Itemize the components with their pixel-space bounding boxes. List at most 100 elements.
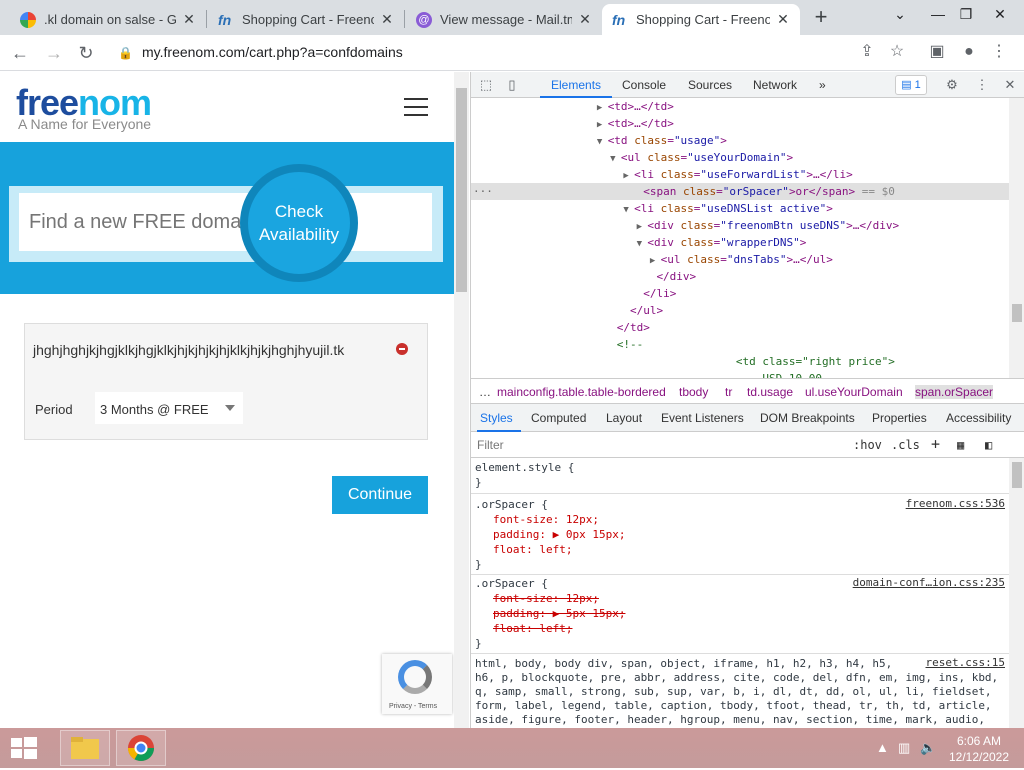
dom-node-line[interactable]: </td> xyxy=(471,319,1009,336)
reset-selector-line[interactable]: html, body, body div, span, object, ifra… xyxy=(475,656,892,671)
paint-icon[interactable]: ▦ xyxy=(957,438,964,452)
windows-start-icon[interactable] xyxy=(10,736,38,760)
rule-selector[interactable]: .orSpacer { xyxy=(475,497,548,512)
dom-node-line[interactable]: ▶ <div class="freenomBtn useDNS">…</div> xyxy=(471,217,1009,234)
dom-node-line[interactable]: ▶ <li class="useForwardList">…</li> xyxy=(471,166,1009,183)
close-icon[interactable]: ✕ xyxy=(182,11,196,28)
collapse-arrow-icon[interactable]: ▶ xyxy=(597,103,608,113)
elements-scroll-thumb[interactable] xyxy=(1012,304,1022,322)
rule-source-link[interactable]: reset.css:15 xyxy=(926,656,1005,669)
expand-arrow-icon[interactable]: ▼ xyxy=(597,137,608,147)
check-availability-button[interactable]: Check Availability xyxy=(240,164,358,282)
inspect-element-icon[interactable]: ⬚ xyxy=(477,76,495,94)
network-icon[interactable]: ▥ xyxy=(898,740,910,756)
styles-filter-input[interactable]: Filter xyxy=(477,438,504,452)
kebab-menu-icon[interactable]: ⋮ xyxy=(986,39,1012,65)
back-arrow-icon[interactable]: ← xyxy=(6,39,34,67)
dom-node-line[interactable]: <td class="right price"> xyxy=(471,353,1009,370)
page-scrollbar[interactable] xyxy=(454,72,469,728)
dom-node-line[interactable]: ▶ <td>…</td> xyxy=(471,98,1009,115)
chevron-down-icon[interactable]: ⌄ xyxy=(880,0,920,30)
tab-network[interactable]: Network xyxy=(753,78,797,92)
share-icon[interactable]: ⇪ xyxy=(854,39,880,65)
device-toggle-icon[interactable]: ▯ xyxy=(503,76,521,94)
dom-node-line[interactable]: USD 10.00 xyxy=(471,370,1009,378)
new-rule-button[interactable]: + xyxy=(931,435,940,453)
tab-mailtm[interactable]: @ View message - Mail.tm ✕ xyxy=(406,4,602,35)
css-property[interactable]: font-size: 12px; xyxy=(493,512,599,527)
file-explorer-icon[interactable] xyxy=(60,730,110,766)
recaptcha-badge[interactable]: Privacy - Terms xyxy=(382,654,452,714)
tab-freenom-cart[interactable]: fn Shopping Cart - Freenom ✕ xyxy=(208,4,404,35)
forward-arrow-icon[interactable]: → xyxy=(40,39,68,67)
dom-node-line[interactable]: ▶ <ul class="dnsTabs">…</ul> xyxy=(471,251,1009,268)
reset-selector-line[interactable]: aside, figure, footer, header, hgroup, m… xyxy=(475,712,985,727)
continue-button[interactable]: Continue xyxy=(332,476,428,514)
close-icon[interactable]: ✕ xyxy=(578,11,592,28)
breadcrumb-item-active[interactable]: span.orSpacer xyxy=(915,385,994,399)
tab-event-listeners[interactable]: Event Listeners xyxy=(661,411,744,425)
rule-source-link[interactable]: freenom.css:536 xyxy=(906,497,1005,510)
lock-icon[interactable]: 🔒 xyxy=(118,46,133,60)
messages-badge[interactable]: ▤ 1 xyxy=(895,75,927,95)
class-toggle[interactable]: .cls xyxy=(891,438,920,452)
element-style-selector[interactable]: element.style { xyxy=(475,460,574,475)
recaptcha-links[interactable]: Privacy - Terms xyxy=(389,703,437,710)
overridden-css-property[interactable]: font-size: 12px; xyxy=(493,591,599,606)
reset-selector-line[interactable]: h6, p, blockquote, pre, abbr, address, c… xyxy=(475,670,998,685)
expand-arrow-icon[interactable]: ▼ xyxy=(610,154,621,164)
chrome-icon[interactable] xyxy=(116,730,166,766)
styles-scrollbar[interactable] xyxy=(1009,458,1024,728)
expand-arrow-icon[interactable]: ▼ xyxy=(637,239,648,249)
overridden-css-property[interactable]: float: left; xyxy=(493,621,572,636)
dom-node-line[interactable]: </li> xyxy=(471,285,1009,302)
hover-state-toggle[interactable]: :hov xyxy=(853,438,882,452)
breadcrumb-item[interactable]: … xyxy=(479,385,491,399)
taskbar-clock[interactable]: 6:06 AM 12/12/2022 xyxy=(944,733,1014,765)
elements-scrollbar[interactable] xyxy=(1009,98,1024,378)
tab-sources[interactable]: Sources xyxy=(688,78,732,92)
dom-node-line[interactable]: ▼ <li class="useDNSList active"> xyxy=(471,200,1009,217)
page-scroll-thumb[interactable] xyxy=(456,88,467,292)
tab-layout[interactable]: Layout xyxy=(606,411,642,425)
side-panel-icon[interactable]: ▣ xyxy=(924,39,950,65)
profile-avatar-icon[interactable]: ● xyxy=(956,39,982,65)
collapse-arrow-icon[interactable]: ▶ xyxy=(597,120,608,130)
reset-selector-line[interactable]: q, samp, small, strong, sub, sup, var, b… xyxy=(475,684,992,699)
window-close-icon[interactable]: ✕ xyxy=(980,0,1020,30)
tab-dom-breakpoints[interactable]: DOM Breakpoints xyxy=(760,411,855,425)
tab-google-search[interactable]: .kl domain on salse - Goo ✕ xyxy=(10,4,206,35)
close-icon[interactable]: ✕ xyxy=(776,11,790,28)
tab-freenom-cart-active[interactable]: fn Shopping Cart - Freenom ✕ xyxy=(602,4,800,35)
tab-computed[interactable]: Computed xyxy=(531,411,586,425)
expand-arrow-icon[interactable]: ▼ xyxy=(623,205,634,215)
bookmark-star-icon[interactable]: ☆ xyxy=(884,39,910,65)
more-tabs-icon[interactable]: » xyxy=(819,78,826,92)
css-property[interactable]: float: left; xyxy=(493,542,572,557)
more-icon[interactable]: ··· xyxy=(473,183,493,200)
breadcrumb-item[interactable]: mainconfig.table.table-bordered xyxy=(497,385,666,399)
breadcrumb-item[interactable]: tr xyxy=(725,385,732,399)
tab-styles[interactable]: Styles xyxy=(480,411,513,425)
volume-icon[interactable]: 🔈 xyxy=(920,740,936,756)
close-icon[interactable]: ✕ xyxy=(1001,76,1019,94)
dom-node-line[interactable]: ▼ <ul class="useYourDomain"> xyxy=(471,149,1009,166)
close-icon[interactable]: ✕ xyxy=(380,11,394,28)
css-property[interactable]: padding: ▶ 0px 15px; xyxy=(493,527,625,542)
reload-icon[interactable]: ↻ xyxy=(72,39,100,67)
collapse-arrow-icon[interactable]: ▶ xyxy=(650,256,661,266)
gear-icon[interactable]: ⚙ xyxy=(943,76,961,94)
collapse-arrow-icon[interactable]: ▶ xyxy=(623,171,634,181)
dom-node-line[interactable]: <!-- xyxy=(471,336,1009,353)
url-text[interactable]: my.freenom.com/cart.php?a=confdomains xyxy=(142,44,403,60)
dom-node-line[interactable]: ▼ <div class="wrapperDNS"> xyxy=(471,234,1009,251)
domain-search-input[interactable] xyxy=(19,193,432,251)
hamburger-menu-icon[interactable] xyxy=(404,98,428,116)
dom-node-line[interactable]: </ul> xyxy=(471,302,1009,319)
tab-accessibility[interactable]: Accessibility xyxy=(946,411,1011,425)
show-hidden-icons-icon[interactable]: ▲ xyxy=(876,740,889,755)
tab-properties[interactable]: Properties xyxy=(872,411,927,425)
new-tab-button[interactable]: + xyxy=(808,5,834,31)
remove-icon[interactable] xyxy=(396,343,408,355)
breadcrumb-item[interactable]: td.usage xyxy=(747,385,793,399)
